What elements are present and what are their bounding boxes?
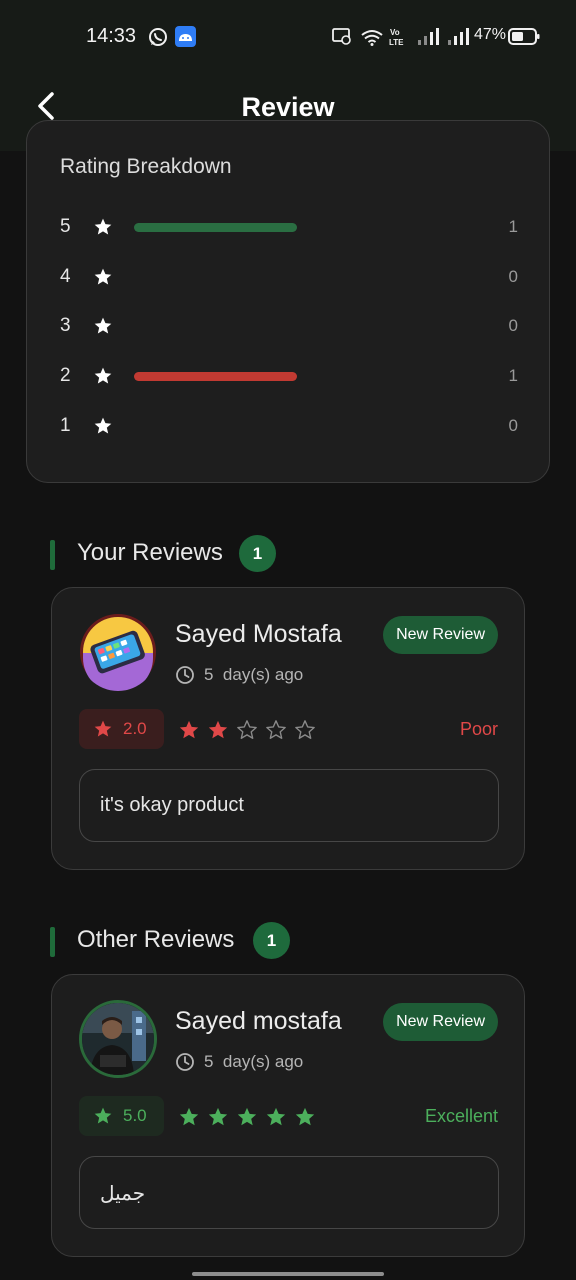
battery-percent: 47%: [474, 26, 507, 43]
star-icon: [94, 317, 112, 334]
rating-label: Excellent: [424, 1106, 498, 1126]
signal-icon: [448, 28, 469, 45]
rating-row-5: 5 1: [27, 213, 551, 243]
rating-count: 1: [508, 366, 518, 385]
rating-row-2: 2 1: [27, 362, 551, 392]
other-review-card[interactable]: Sayed mostafa 5 day(s) ago New Review 5.…: [51, 974, 525, 1257]
rating-row-stars: 1: [60, 415, 71, 436]
rating-breakdown-card: Rating Breakdown 5 1 4 0 3 0 2 1 1 0: [26, 120, 550, 483]
avatar: [79, 613, 157, 691]
star-filled-icon: [266, 1107, 286, 1126]
your-reviews-title: Your Reviews: [77, 539, 223, 566]
star-icon: [94, 417, 112, 434]
rating-count: 0: [508, 267, 518, 286]
clock-icon: [176, 1053, 194, 1071]
score-pill: 2.0: [79, 709, 164, 749]
star-filled-icon: [208, 1107, 228, 1126]
star-icon: [94, 367, 112, 384]
star-filled-icon: [179, 1107, 199, 1126]
whatsapp-icon: [149, 28, 167, 46]
avatar: [79, 1000, 157, 1078]
star-icon: [94, 1107, 112, 1124]
signal-icon: [418, 28, 439, 45]
star-filled-icon: [179, 720, 199, 739]
rating-label: Poor: [459, 719, 498, 739]
rating-row-1: 1 0: [27, 412, 551, 442]
status-bar: 14:33 Vo LTE 47%: [0, 0, 576, 70]
star-rating: [178, 719, 328, 741]
svg-text:LTE: LTE: [389, 38, 404, 47]
time-unit: day(s) ago: [222, 665, 304, 684]
time-number: 5: [204, 1052, 214, 1071]
rating-row-stars: 5: [60, 216, 71, 237]
star-rating: [178, 1106, 328, 1128]
review-comment-box: it's okay product: [79, 769, 499, 842]
review-comment: جميل: [100, 1183, 146, 1205]
status-time: 14:33: [86, 25, 137, 47]
score-pill: 5.0: [79, 1096, 164, 1136]
star-icon: [94, 268, 112, 285]
phone-avatar-icon: [80, 614, 156, 691]
wifi-icon: [361, 30, 383, 46]
battery-icon: [508, 28, 540, 45]
star-icon: [94, 720, 112, 737]
reviewer-name: Sayed mostafa: [175, 1007, 342, 1035]
other-reviews-count-badge: 1: [253, 922, 290, 959]
your-review-card[interactable]: Sayed Mostafa 5 day(s) ago New Review 2.…: [51, 587, 525, 870]
svg-text:Vo: Vo: [390, 28, 400, 37]
new-review-badge: New Review: [383, 1003, 498, 1041]
new-review-badge: New Review: [383, 616, 498, 654]
time-number: 5: [204, 665, 214, 684]
rating-row-3: 3 0: [27, 312, 551, 342]
section-accent-bar: [50, 927, 55, 957]
rating-count: 0: [508, 416, 518, 435]
score-value: 5.0: [123, 1106, 147, 1125]
review-comment-box: جميل: [79, 1156, 499, 1229]
star-filled-icon: [237, 1107, 257, 1126]
time-unit: day(s) ago: [222, 1052, 304, 1071]
star-filled-icon: [295, 1107, 315, 1126]
clock-icon: [176, 666, 194, 684]
rating-breakdown-title: Rating Breakdown: [60, 155, 232, 178]
other-reviews-title: Other Reviews: [77, 926, 235, 953]
star-outline-icon: [295, 720, 315, 739]
your-reviews-header: Your Reviews 1: [50, 535, 530, 578]
page-title: Review: [241, 92, 335, 122]
section-accent-bar: [50, 540, 55, 570]
cast-icon: [332, 28, 351, 45]
rating-row-stars: 3: [60, 315, 71, 336]
rating-row-stars: 4: [60, 266, 71, 287]
volte-icon: Vo LTE: [389, 28, 404, 47]
your-reviews-count-badge: 1: [239, 535, 276, 572]
person-photo-avatar: [82, 1003, 154, 1075]
rating-bar: [134, 372, 297, 381]
rating-count: 0: [508, 316, 518, 335]
android-icon: [175, 26, 196, 47]
score-value: 2.0: [123, 719, 147, 738]
star-outline-icon: [266, 720, 286, 739]
reviewer-name: Sayed Mostafa: [175, 620, 342, 648]
rating-row-stars: 2: [60, 365, 71, 386]
review-comment: it's okay product: [100, 794, 244, 816]
rating-bar: [134, 223, 297, 232]
rating-row-4: 4 0: [27, 263, 551, 293]
star-filled-icon: [208, 720, 228, 739]
rating-count: 1: [508, 217, 518, 236]
home-indicator[interactable]: [192, 1272, 384, 1276]
star-outline-icon: [237, 720, 257, 739]
other-reviews-header: Other Reviews 1: [50, 922, 530, 965]
star-icon: [94, 218, 112, 235]
